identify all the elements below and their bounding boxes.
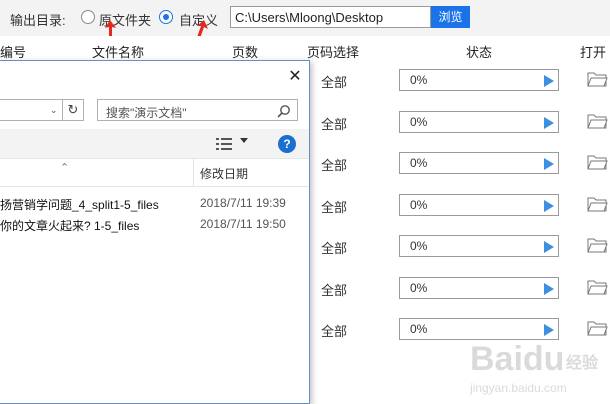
folder-icon[interactable] xyxy=(587,237,608,254)
output-directory-bar: 输出目录: 原文件夹 自定义 浏览 xyxy=(0,0,610,36)
table-row: 全部 0% xyxy=(300,268,610,310)
search-input[interactable]: 搜索"演示文档" xyxy=(97,99,298,121)
search-placeholder: 搜索"演示文档" xyxy=(106,106,187,120)
file-date: 2018/7/11 19:50 xyxy=(200,217,286,231)
progress-text: 0% xyxy=(410,73,428,87)
column-divider[interactable] xyxy=(193,159,194,187)
dialog-column-header: ⌃ 修改日期 xyxy=(0,159,309,187)
progress-bar: 0% xyxy=(399,69,559,91)
play-icon[interactable] xyxy=(544,75,554,87)
close-icon[interactable]: ✕ xyxy=(286,68,304,86)
custom-folder-radio[interactable] xyxy=(159,10,173,24)
play-icon[interactable] xyxy=(544,282,554,295)
chevron-down-icon[interactable] xyxy=(240,138,248,143)
progress-text: 0% xyxy=(410,322,428,336)
play-icon[interactable] xyxy=(544,116,554,129)
progress-bar: 0% xyxy=(399,235,559,257)
page-select-value[interactable]: 全部 xyxy=(321,280,347,299)
page-select-value[interactable]: 全部 xyxy=(321,238,347,257)
folder-icon[interactable] xyxy=(587,154,608,171)
dialog-toolbar: ? xyxy=(0,129,309,159)
table-row: 全部 0% xyxy=(300,60,610,102)
file-name: 扬营销学问题_4_split1-5_files xyxy=(0,198,159,212)
play-icon[interactable] xyxy=(544,158,554,170)
page-select-value[interactable]: 全部 xyxy=(321,72,347,91)
progress-bar: 0% xyxy=(399,193,559,216)
watermark-brand-cn: 经验 xyxy=(566,353,599,372)
progress-text: 0% xyxy=(410,280,428,295)
column-modified-date[interactable]: 修改日期 xyxy=(200,165,248,182)
column-status: 状态 xyxy=(466,45,493,60)
progress-text: 0% xyxy=(410,197,428,212)
play-icon[interactable] xyxy=(544,241,554,253)
column-pages: 页数 xyxy=(232,45,259,60)
refresh-icon[interactable]: ↻ xyxy=(63,99,84,121)
watermark-url: jingyan.baidu.com xyxy=(469,381,567,395)
table-row: 全部 0% xyxy=(300,102,610,144)
search-icon[interactable] xyxy=(277,104,291,118)
output-path-input[interactable] xyxy=(230,6,431,28)
file-name: 你的文章火起来? 1-5_files xyxy=(0,219,140,233)
output-directory-label: 输出目录: xyxy=(10,13,66,28)
column-filename: 文件名称 xyxy=(92,45,145,60)
page-select-value[interactable]: 全部 xyxy=(321,197,347,216)
dialog-file-row[interactable]: 扬营销学问题_4_split1-5_files 2018/7/11 19:39 xyxy=(0,194,309,214)
address-bar[interactable]: ⌄ xyxy=(0,99,63,121)
progress-bar: 0% xyxy=(399,276,559,299)
progress-text: 0% xyxy=(410,239,428,253)
folder-icon[interactable] xyxy=(587,196,608,213)
browse-button[interactable]: 浏览 xyxy=(431,6,470,28)
page-select-value[interactable]: 全部 xyxy=(321,321,347,340)
chevron-down-icon[interactable]: ⌄ xyxy=(50,105,58,116)
page-select-value[interactable]: 全部 xyxy=(321,114,347,133)
original-folder-radio[interactable] xyxy=(81,10,95,24)
sort-up-icon[interactable]: ⌃ xyxy=(60,161,69,174)
watermark-brand: Baidu xyxy=(470,340,564,378)
view-options-icon[interactable] xyxy=(216,138,232,150)
file-date: 2018/7/11 19:39 xyxy=(200,196,286,210)
progress-bar: 0% xyxy=(399,152,559,174)
column-number: 编号 xyxy=(0,45,27,60)
progress-text: 0% xyxy=(410,156,428,170)
folder-icon[interactable] xyxy=(587,279,608,296)
column-page-select: 页码选择 xyxy=(307,45,360,60)
dialog-file-row[interactable]: 你的文章火起来? 1-5_files 2018/7/11 19:50 xyxy=(0,215,309,235)
folder-browser-dialog: ✕ ⌄ ↻ 搜索"演示文档" ? ⌃ 修改日期 扬营销学问题_4_split1-… xyxy=(0,60,310,404)
table-row: 全部 0% xyxy=(300,185,610,227)
folder-icon[interactable] xyxy=(587,113,608,130)
folder-icon[interactable] xyxy=(587,71,608,88)
table-row: 全部 0% xyxy=(300,226,610,268)
progress-text: 0% xyxy=(410,114,428,129)
page-select-value[interactable]: 全部 xyxy=(321,155,347,174)
baidu-jingyan-watermark: Baidu 经验 jingyan.baidu.com xyxy=(469,340,599,395)
play-icon[interactable] xyxy=(544,199,554,212)
column-open: 打开 xyxy=(580,45,607,60)
progress-bar: 0% xyxy=(399,110,559,133)
table-row: 全部 0% xyxy=(300,143,610,185)
help-icon[interactable]: ? xyxy=(278,135,296,153)
